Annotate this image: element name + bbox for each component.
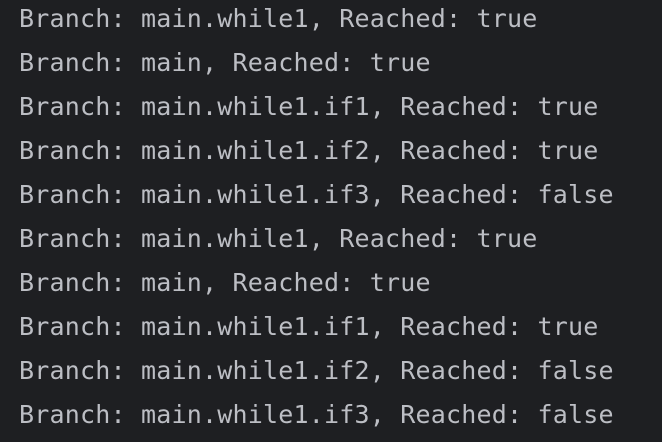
console-output[interactable]: Branch: main.while1, Reached: true Branc… <box>0 0 662 442</box>
console-line: Branch: main.while1.if1, Reached: true <box>19 92 599 121</box>
console-line: Branch: main.while1, Reached: true <box>19 4 538 33</box>
console-line: Branch: main, Reached: true <box>19 268 431 297</box>
console-line: Branch: main.while1, Reached: true <box>19 224 538 253</box>
console-line: Branch: main.while1.if2, Reached: false <box>19 356 614 385</box>
console-line: Branch: main, Reached: true <box>19 48 431 77</box>
console-line: Branch: main.while1.if1, Reached: true <box>19 312 599 341</box>
console-line: Branch: main.while1.if2, Reached: true <box>19 136 599 165</box>
console-line: Branch: main.while1.if3, Reached: false <box>19 400 614 429</box>
console-line: Branch: main.while1.if3, Reached: false <box>19 180 614 209</box>
